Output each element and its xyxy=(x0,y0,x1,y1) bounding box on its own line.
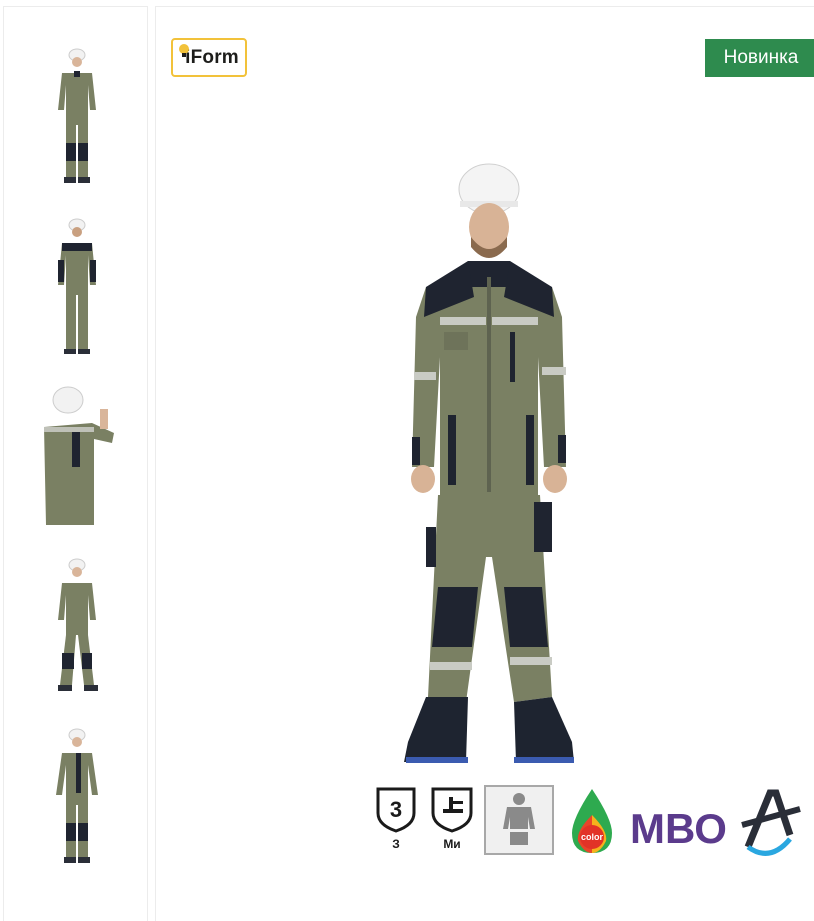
body-protection-icon xyxy=(484,785,554,855)
thumbnail-three-quarter[interactable] xyxy=(32,725,122,875)
thumbnail-back[interactable] xyxy=(32,215,122,365)
protection-class-3-label: З xyxy=(392,837,400,851)
lightbulb-icon xyxy=(179,44,189,57)
brand-logo: iForm xyxy=(171,38,247,77)
brand-logo-text: iForm xyxy=(185,46,239,68)
worker-side-thumb-image xyxy=(44,386,114,525)
thumbnail-front[interactable] xyxy=(32,45,122,195)
mbo-icon: МВО xyxy=(630,787,802,859)
worker-back-thumb-image xyxy=(58,218,96,354)
color-tech-icon: color xyxy=(564,787,620,857)
main-product-image-area: iForm Новинка 3 З Ми color МВО xyxy=(155,6,814,921)
svg-text:3: 3 xyxy=(390,797,402,822)
worker-three-quarter-thumb-image xyxy=(56,728,98,863)
mechanical-protection-icon: Ми xyxy=(429,785,475,855)
thumbnail-gallery xyxy=(3,6,148,921)
worker-front-thumb-image xyxy=(58,48,96,183)
worker-walking-thumb-image xyxy=(58,558,98,691)
thumbnail-walking[interactable] xyxy=(32,555,122,705)
protection-class-3-icon: 3 З xyxy=(374,785,418,855)
svg-text:МВО: МВО xyxy=(630,805,727,852)
thumbnail-side[interactable] xyxy=(32,385,122,535)
new-badge: Новинка xyxy=(705,39,814,77)
mechanical-protection-label: Ми xyxy=(443,837,461,851)
product-main-image[interactable] xyxy=(386,157,596,772)
svg-text:color: color xyxy=(581,832,604,842)
